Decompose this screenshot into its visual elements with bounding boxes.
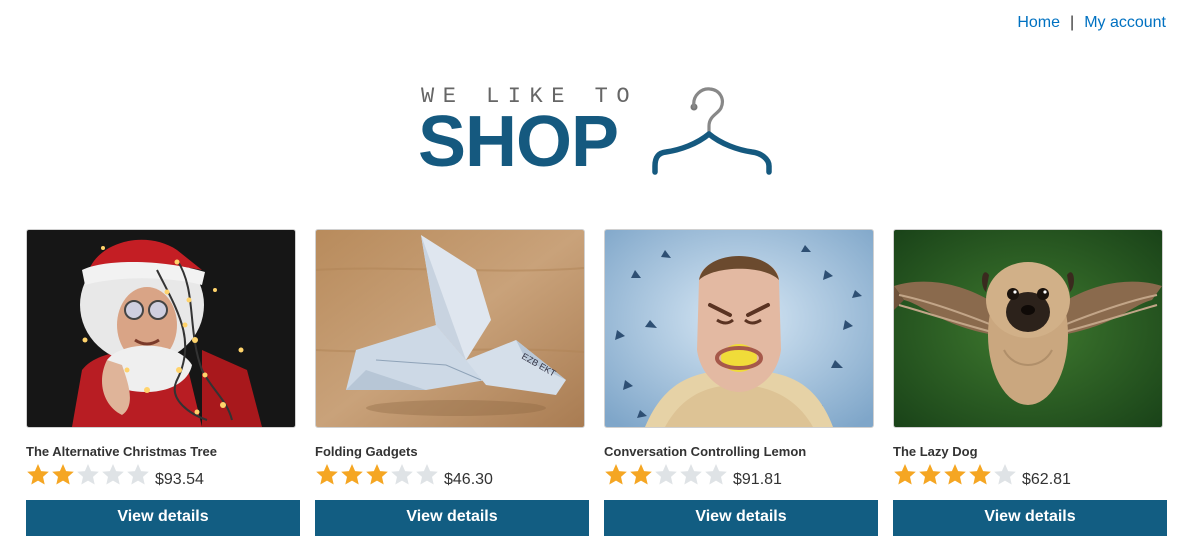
product-price: $93.54 bbox=[155, 471, 204, 488]
star-rating bbox=[604, 463, 729, 491]
product-rating: $46.30 bbox=[315, 463, 589, 491]
star-filled-icon bbox=[605, 464, 627, 485]
view-details-button[interactable]: View details bbox=[26, 500, 300, 536]
product-image[interactable] bbox=[26, 229, 296, 428]
view-details-button[interactable]: View details bbox=[604, 500, 878, 536]
top-navigation: Home | My account bbox=[1017, 14, 1166, 32]
product-card: The Lazy Dog $62.81 View details bbox=[893, 229, 1167, 536]
product-card: Conversation Controlling Lemon $91.81 Vi… bbox=[604, 229, 878, 536]
star-filled-icon bbox=[969, 464, 991, 485]
star-empty-icon bbox=[77, 464, 99, 485]
shop-logo[interactable]: WE LIKE TO SHOP bbox=[418, 84, 781, 182]
star-empty-icon bbox=[416, 464, 438, 485]
star-rating bbox=[315, 463, 440, 491]
home-link[interactable]: Home bbox=[1017, 14, 1060, 31]
view-details-button[interactable]: View details bbox=[893, 500, 1167, 536]
product-name[interactable]: The Alternative Christmas Tree bbox=[26, 444, 300, 459]
product-rating: $91.81 bbox=[604, 463, 878, 491]
product-card: The Alternative Christmas Tree $93.54 Vi… bbox=[26, 229, 300, 536]
star-empty-icon bbox=[127, 464, 149, 485]
star-filled-icon bbox=[894, 464, 916, 485]
product-image[interactable] bbox=[893, 229, 1163, 428]
logo-wordmark: SHOP bbox=[418, 102, 619, 182]
my-account-link[interactable]: My account bbox=[1084, 14, 1166, 31]
product-card: EZB EKT Folding Gadgets $46.30 View deta… bbox=[315, 229, 589, 536]
star-filled-icon bbox=[944, 464, 966, 485]
product-price: $91.81 bbox=[733, 471, 782, 488]
star-empty-icon bbox=[102, 464, 124, 485]
nav-separator: | bbox=[1070, 14, 1075, 31]
star-empty-icon bbox=[391, 464, 413, 485]
star-filled-icon bbox=[341, 464, 363, 485]
star-empty-icon bbox=[994, 464, 1016, 485]
product-name[interactable]: The Lazy Dog bbox=[893, 444, 1167, 459]
star-filled-icon bbox=[27, 464, 49, 485]
star-filled-icon bbox=[919, 464, 941, 485]
product-name[interactable]: Folding Gadgets bbox=[315, 444, 589, 459]
star-filled-icon bbox=[366, 464, 388, 485]
product-rating: $93.54 bbox=[26, 463, 300, 491]
product-price: $46.30 bbox=[444, 471, 493, 488]
star-empty-icon bbox=[705, 464, 727, 485]
star-empty-icon bbox=[680, 464, 702, 485]
star-rating bbox=[893, 463, 1018, 491]
star-rating bbox=[26, 463, 151, 491]
star-filled-icon bbox=[316, 464, 338, 485]
product-image[interactable]: EZB EKT bbox=[315, 229, 585, 428]
product-name[interactable]: Conversation Controlling Lemon bbox=[604, 444, 878, 459]
star-empty-icon bbox=[655, 464, 677, 485]
view-details-button[interactable]: View details bbox=[315, 500, 589, 536]
coat-hanger-icon bbox=[652, 87, 772, 175]
star-filled-icon bbox=[52, 464, 74, 485]
star-filled-icon bbox=[630, 464, 652, 485]
product-image[interactable] bbox=[604, 229, 874, 428]
product-rating: $62.81 bbox=[893, 463, 1167, 491]
product-price: $62.81 bbox=[1022, 471, 1071, 488]
